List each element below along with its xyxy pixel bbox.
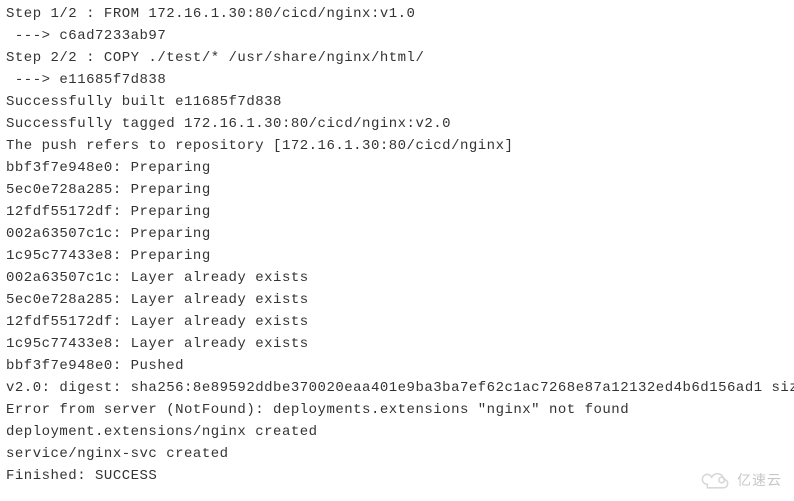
log-line: bbf3f7e948e0: Pushed	[6, 355, 788, 377]
log-line: v2.0: digest: sha256:8e89592ddbe370020ea…	[6, 377, 788, 399]
log-line: ---> c6ad7233ab97	[6, 25, 788, 47]
log-line: service/nginx-svc created	[6, 443, 788, 465]
build-log-output: Step 1/2 : FROM 172.16.1.30:80/cicd/ngin…	[6, 3, 788, 487]
log-line: deployment.extensions/nginx created	[6, 421, 788, 443]
log-line: bbf3f7e948e0: Preparing	[6, 157, 788, 179]
log-line: Step 2/2 : COPY ./test/* /usr/share/ngin…	[6, 47, 788, 69]
watermark-text: 亿速云	[737, 469, 782, 491]
log-line: 002a63507c1c: Preparing	[6, 223, 788, 245]
watermark: 亿速云	[699, 469, 782, 491]
log-line: 5ec0e728a285: Layer already exists	[6, 289, 788, 311]
log-line: Step 1/2 : FROM 172.16.1.30:80/cicd/ngin…	[6, 3, 788, 25]
log-line: Finished: SUCCESS	[6, 465, 788, 487]
log-line: Successfully built e11685f7d838	[6, 91, 788, 113]
log-line: 12fdf55172df: Layer already exists	[6, 311, 788, 333]
log-line: ---> e11685f7d838	[6, 69, 788, 91]
log-line: 1c95c77433e8: Preparing	[6, 245, 788, 267]
cloud-icon	[699, 469, 733, 491]
log-line: Successfully tagged 172.16.1.30:80/cicd/…	[6, 113, 788, 135]
log-line: 1c95c77433e8: Layer already exists	[6, 333, 788, 355]
log-line: Error from server (NotFound): deployment…	[6, 399, 788, 421]
log-line: The push refers to repository [172.16.1.…	[6, 135, 788, 157]
log-line: 002a63507c1c: Layer already exists	[6, 267, 788, 289]
log-line: 5ec0e728a285: Preparing	[6, 179, 788, 201]
log-line: 12fdf55172df: Preparing	[6, 201, 788, 223]
